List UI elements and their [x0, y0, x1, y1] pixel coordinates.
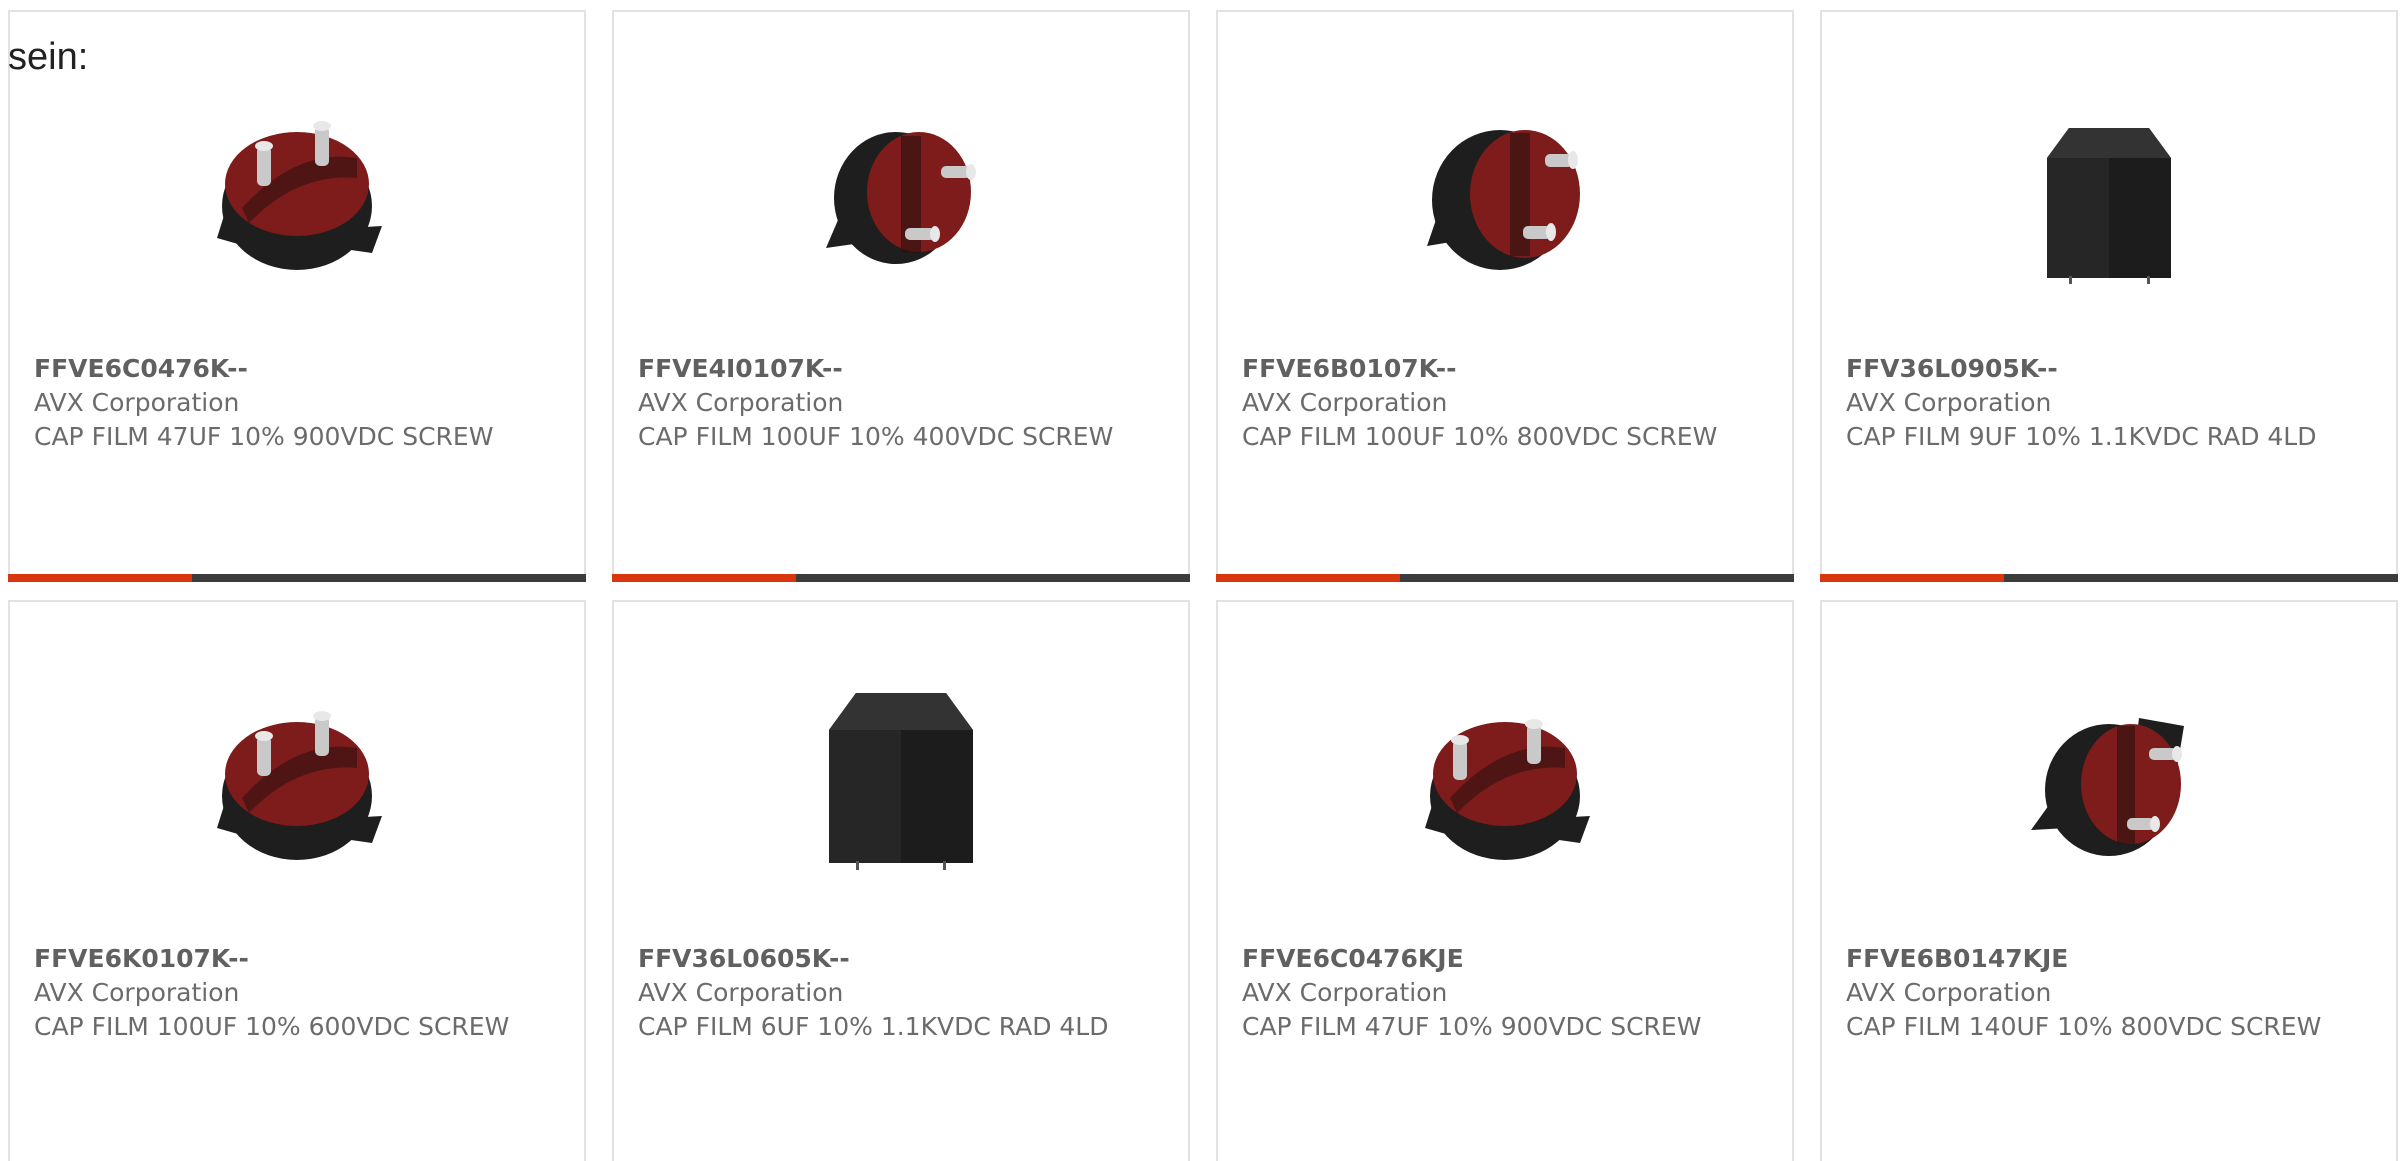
- card-footer-bar: [612, 574, 1190, 582]
- product-card[interactable]: FFV36L0605K-- AVX Corporation CAP FILM 6…: [612, 600, 1190, 1161]
- product-info: FFVE6C0476KJE AVX Corporation CAP FILM 4…: [1242, 942, 1768, 1044]
- box-capacitor-icon: [829, 693, 973, 870]
- product-grid: FFVE6C0476K-- AVX Corporation CAP FILM 4…: [8, 10, 2398, 1161]
- product-part-number[interactable]: FFVE6B0107K--: [1242, 352, 1768, 386]
- product-description: CAP FILM 140UF 10% 800VDC SCREW: [1846, 1012, 2322, 1041]
- card-footer-bar: [1216, 574, 1794, 582]
- product-manufacturer: AVX Corporation: [638, 978, 844, 1007]
- product-part-number[interactable]: FFVE6B0147KJE: [1846, 942, 2372, 976]
- product-info: FFVE6B0147KJE AVX Corporation CAP FILM 1…: [1846, 942, 2372, 1044]
- card-accent-bar: [612, 574, 796, 582]
- product-info: FFV36L0905K-- AVX Corporation CAP FILM 9…: [1846, 352, 2372, 454]
- product-card[interactable]: FFV36L0905K-- AVX Corporation CAP FILM 9…: [1820, 10, 2398, 582]
- card-footer-bar: [8, 574, 586, 582]
- product-listing-page: FFVE6C0476K-- AVX Corporation CAP FILM 4…: [0, 0, 2400, 1161]
- product-description: CAP FILM 100UF 10% 800VDC SCREW: [1242, 422, 1718, 451]
- product-part-number[interactable]: FFV36L0905K--: [1846, 352, 2372, 386]
- round-capacitor-icon: [217, 121, 382, 270]
- product-card[interactable]: FFVE6C0476KJE AVX Corporation CAP FILM 4…: [1216, 600, 1794, 1161]
- product-part-number[interactable]: FFVE6K0107K--: [34, 942, 560, 976]
- product-description: CAP FILM 47UF 10% 900VDC SCREW: [34, 422, 494, 451]
- product-manufacturer: AVX Corporation: [34, 388, 240, 417]
- product-description: CAP FILM 100UF 10% 600VDC SCREW: [34, 1012, 510, 1041]
- product-manufacturer: AVX Corporation: [1846, 388, 2052, 417]
- product-card[interactable]: FFVE6C0476K-- AVX Corporation CAP FILM 4…: [8, 10, 586, 582]
- product-info: FFVE6B0107K-- AVX Corporation CAP FILM 1…: [1242, 352, 1768, 454]
- round-capacitor-icon: [826, 132, 976, 264]
- intro-text: sein:: [8, 36, 89, 78]
- product-part-number[interactable]: FFVE4I0107K--: [638, 352, 1164, 386]
- card-accent-bar: [1820, 574, 2004, 582]
- product-info: FFV36L0605K-- AVX Corporation CAP FILM 6…: [638, 942, 1164, 1044]
- product-manufacturer: AVX Corporation: [1846, 978, 2052, 1007]
- round-capacitor-icon: [1427, 130, 1580, 270]
- product-description: CAP FILM 6UF 10% 1.1KVDC RAD 4LD: [638, 1012, 1109, 1041]
- round-capacitor-icon: [1425, 719, 1590, 860]
- round-capacitor-icon: [2031, 718, 2184, 856]
- product-info: FFVE4I0107K-- AVX Corporation CAP FILM 1…: [638, 352, 1164, 454]
- product-info: FFVE6C0476K-- AVX Corporation CAP FILM 4…: [34, 352, 560, 454]
- product-card[interactable]: FFVE6K0107K-- AVX Corporation CAP FILM 1…: [8, 600, 586, 1161]
- product-card[interactable]: FFVE6B0147KJE AVX Corporation CAP FILM 1…: [1820, 600, 2398, 1161]
- card-footer-bar: [1820, 574, 2398, 582]
- product-manufacturer: AVX Corporation: [34, 978, 240, 1007]
- product-part-number[interactable]: FFVE6C0476KJE: [1242, 942, 1768, 976]
- box-capacitor-icon: [2047, 128, 2171, 284]
- product-manufacturer: AVX Corporation: [638, 388, 844, 417]
- product-description: CAP FILM 47UF 10% 900VDC SCREW: [1242, 1012, 1702, 1041]
- product-card[interactable]: FFVE4I0107K-- AVX Corporation CAP FILM 1…: [612, 10, 1190, 582]
- product-manufacturer: AVX Corporation: [1242, 388, 1448, 417]
- product-part-number[interactable]: FFVE6C0476K--: [34, 352, 560, 386]
- product-part-number[interactable]: FFV36L0605K--: [638, 942, 1164, 976]
- card-accent-bar: [8, 574, 192, 582]
- product-info: FFVE6K0107K-- AVX Corporation CAP FILM 1…: [34, 942, 560, 1044]
- product-manufacturer: AVX Corporation: [1242, 978, 1448, 1007]
- round-capacitor-icon: [217, 711, 382, 860]
- card-accent-bar: [1216, 574, 1400, 582]
- product-description: CAP FILM 100UF 10% 400VDC SCREW: [638, 422, 1114, 451]
- product-card[interactable]: FFVE6B0107K-- AVX Corporation CAP FILM 1…: [1216, 10, 1794, 582]
- product-description: CAP FILM 9UF 10% 1.1KVDC RAD 4LD: [1846, 422, 2317, 451]
